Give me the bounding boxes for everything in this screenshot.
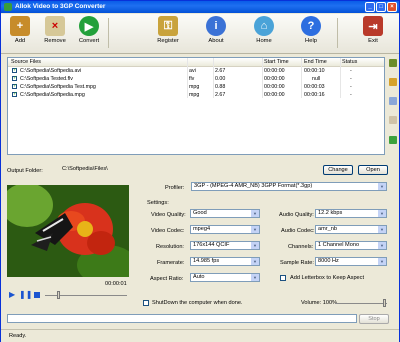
about-button[interactable]: i About: [201, 15, 231, 44]
sample-rate-select[interactable]: 8000 Hz ▼: [315, 257, 387, 266]
table-row[interactable]: ✓ C:\Softpedia\Softpedia.mpg mpg 2.67 00…: [8, 91, 384, 99]
audio-codec-select[interactable]: amr_nb ▼: [315, 225, 387, 234]
framerate-label: Framerate:: [157, 260, 185, 266]
status-text: Ready.: [9, 333, 27, 339]
playback-time: 00:00:01: [105, 281, 127, 287]
profile-select[interactable]: 3GP - (MPEG-4 AMR_NB) 3GPP Format(*.3gp)…: [191, 182, 387, 191]
convert-button[interactable]: ▶ Convert: [74, 15, 104, 44]
home-button[interactable]: ⌂ Home: [249, 15, 279, 44]
app-icon: [4, 3, 12, 11]
video-codec-select[interactable]: mpeg4 ▼: [190, 225, 260, 234]
stop-playback-button[interactable]: [34, 292, 40, 298]
chevron-down-icon: ▼: [251, 274, 259, 281]
minimize-button[interactable]: _: [365, 2, 375, 12]
settings-label: Settings:: [147, 200, 169, 206]
close-button[interactable]: ×: [387, 2, 397, 12]
chevron-down-icon: ▼: [378, 242, 386, 249]
remove-button[interactable]: × Remove: [40, 15, 70, 44]
play-button[interactable]: ▶: [9, 290, 15, 299]
framerate-select[interactable]: 14.985 fps ▼: [190, 257, 260, 266]
chevron-down-icon: ▼: [378, 183, 386, 190]
resolution-label: Resolution:: [156, 244, 184, 250]
channels-select[interactable]: 1 Channel Mono ▼: [315, 241, 387, 250]
file-list-header: Source Files Start Time End Time Status: [8, 58, 384, 67]
play-icon[interactable]: [389, 136, 397, 144]
chevron-down-icon: ▼: [251, 242, 259, 249]
shutdown-checkbox[interactable]: [143, 300, 149, 306]
volume-label: Volume: 100%: [301, 300, 338, 306]
toolbar: + Add × Remove ▶ Convert ⚿ Register i Ab…: [1, 14, 399, 54]
chevron-down-icon: ▼: [251, 210, 259, 217]
output-folder-label: Output Folder:: [7, 168, 43, 174]
add-button[interactable]: + Add: [5, 15, 35, 44]
window-title: Allok Video to 3GP Converter: [15, 3, 106, 10]
remove-file-icon: ×: [45, 16, 65, 36]
video-quality-label: Video Quality:: [151, 212, 186, 218]
sample-rate-label: Sample Rate:: [280, 260, 314, 266]
profile-label: Profiler:: [165, 185, 185, 191]
conversion-progress-bar: [7, 314, 357, 323]
exit-icon: ⇥: [363, 16, 383, 36]
table-row[interactable]: ✓ C:\Softpedia\Softpedia.avi avi 2.67 00…: [8, 67, 384, 75]
table-row[interactable]: ✓ C:\Softpedia Tested.flv flv 0.00 00:00…: [8, 75, 384, 83]
aspect-ratio-label: Aspect Ratio:: [150, 276, 184, 282]
letterbox-label: Add Letterbox to Keep Aspect: [290, 275, 365, 281]
resolution-select[interactable]: 176x144 QCIF ▼: [190, 241, 260, 250]
shutdown-label: ShutDown the computer when done.: [152, 300, 243, 306]
exit-button[interactable]: ⇥ Exit: [358, 15, 388, 44]
add-file-icon: +: [10, 16, 30, 36]
chevron-down-icon: ▼: [378, 226, 386, 233]
video-quality-select[interactable]: Good ▼: [190, 209, 260, 218]
audio-codec-label: Audio Codec:: [281, 228, 315, 234]
help-icon: ?: [301, 16, 321, 36]
edit-icon[interactable]: [389, 116, 397, 124]
about-icon: i: [206, 16, 226, 36]
column-source[interactable]: Source Files: [11, 59, 41, 65]
maximize-button[interactable]: □: [376, 2, 386, 12]
help-button[interactable]: ? Help: [296, 15, 326, 44]
video-preview: [7, 185, 129, 277]
convert-icon: ▶: [79, 16, 99, 36]
volume-slider[interactable]: [383, 299, 386, 307]
change-button[interactable]: Change: [323, 165, 353, 175]
channels-label: Channels:: [288, 244, 314, 250]
move-down-icon[interactable]: [389, 78, 397, 86]
stop-button[interactable]: Stop: [359, 314, 389, 324]
home-icon: ⌂: [254, 16, 274, 36]
row-checkbox[interactable]: ✓: [12, 92, 17, 97]
chevron-down-icon: ▼: [378, 258, 386, 265]
register-button[interactable]: ⚿ Register: [153, 15, 183, 44]
status-bar: Ready.: [1, 329, 399, 342]
pause-button[interactable]: ❚❚: [19, 290, 32, 299]
open-button[interactable]: Open: [358, 165, 388, 175]
app-window: Allok Video to 3GP Converter _ □ × + Add…: [0, 0, 400, 342]
letterbox-checkbox[interactable]: [280, 275, 286, 281]
chevron-down-icon: ▼: [251, 258, 259, 265]
audio-quality-label: Audio Quality:: [279, 212, 314, 218]
volume-track: [335, 303, 387, 304]
chevron-down-icon: ▼: [378, 210, 386, 217]
table-row[interactable]: ✓ C:\Softpedia\Softpedia Test.mpg mpg 0.…: [8, 83, 384, 91]
row-checkbox[interactable]: ✓: [12, 84, 17, 89]
title-bar: Allok Video to 3GP Converter _ □ ×: [1, 1, 399, 13]
register-icon: ⚿: [158, 16, 178, 36]
video-codec-label: Video Codec:: [151, 228, 185, 234]
column-status[interactable]: Status: [342, 59, 357, 65]
chevron-down-icon: ▼: [251, 226, 259, 233]
audio-quality-select[interactable]: 12.2 kbps ▼: [315, 209, 387, 218]
grid-icon[interactable]: [389, 97, 397, 105]
column-start[interactable]: Start Time: [264, 59, 289, 65]
move-up-icon[interactable]: [389, 59, 397, 67]
output-folder-path: C:\Softpedia\Files\: [62, 166, 108, 172]
row-checkbox[interactable]: ✓: [12, 68, 17, 73]
column-end[interactable]: End Time: [304, 59, 327, 65]
aspect-ratio-select[interactable]: Auto ▼: [190, 273, 260, 282]
file-list[interactable]: Source Files Start Time End Time Status …: [7, 57, 385, 155]
row-checkbox[interactable]: ✓: [12, 76, 17, 81]
seek-slider[interactable]: [57, 291, 60, 299]
